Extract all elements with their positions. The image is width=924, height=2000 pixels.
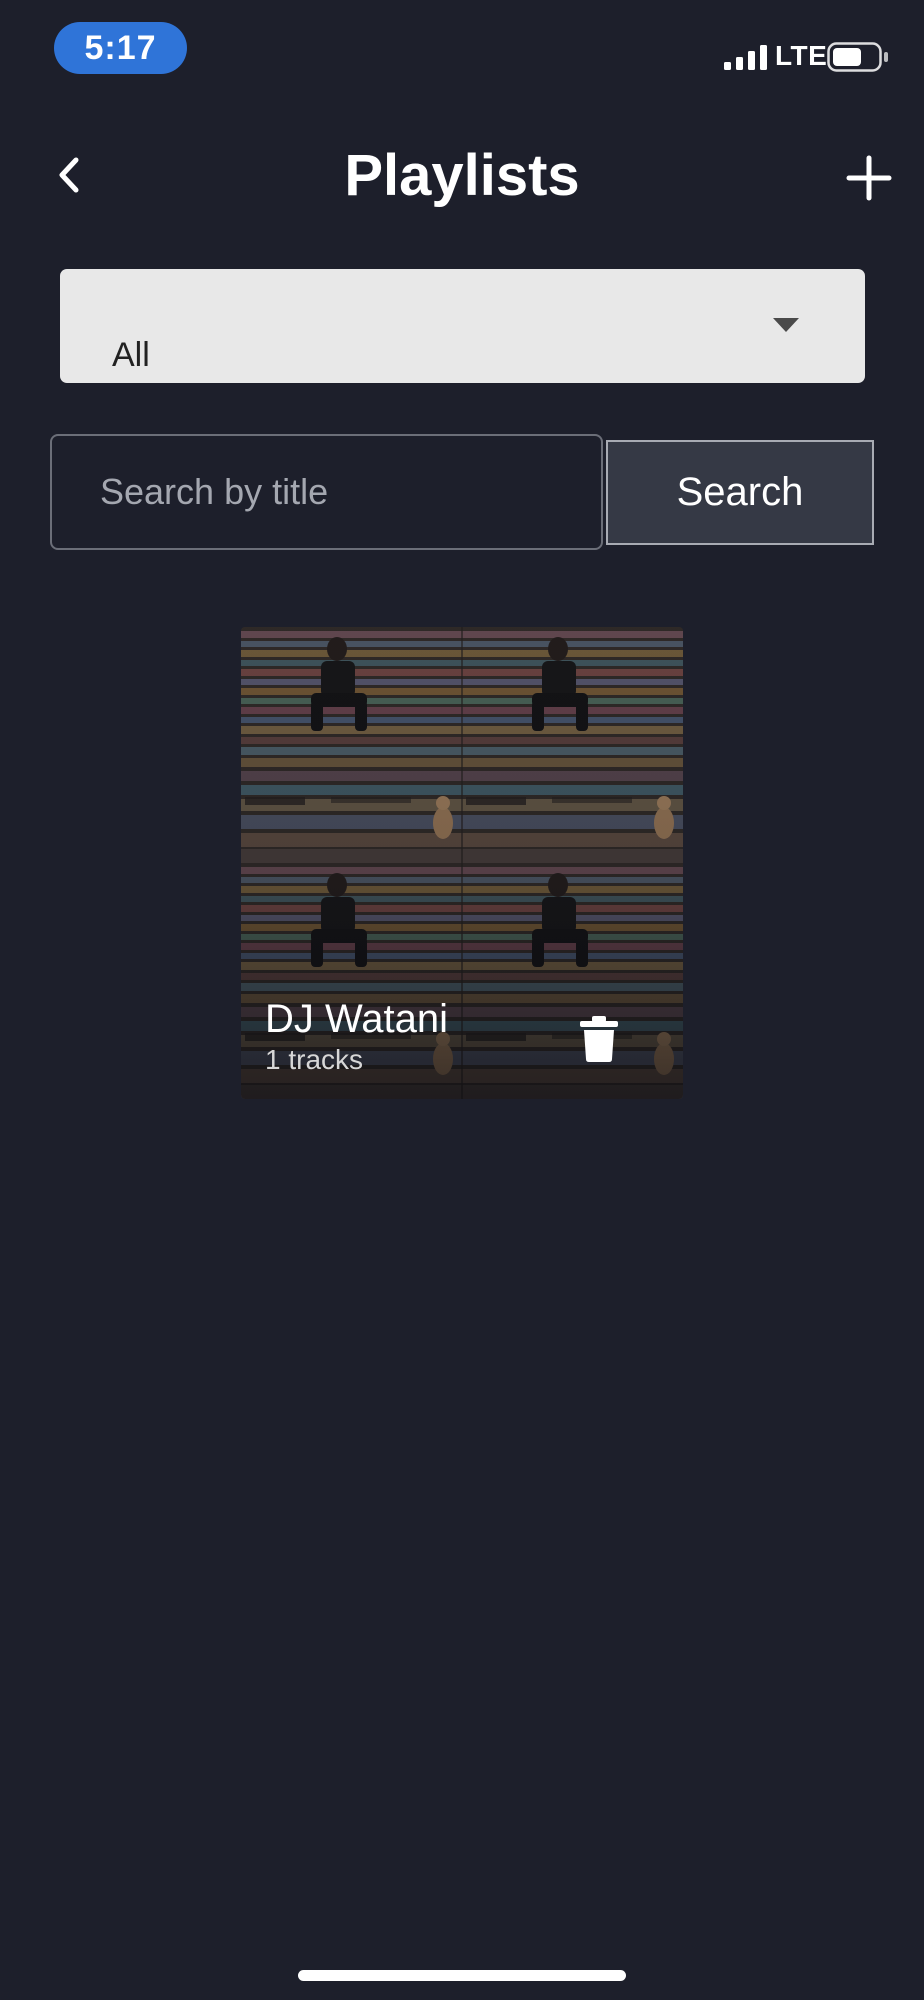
playlist-card[interactable]: DJ Watani 1 tracks: [241, 627, 683, 1099]
network-type: LTE: [775, 40, 828, 71]
plus-icon: [846, 155, 892, 201]
playlist-filter-select[interactable]: All: [60, 269, 865, 383]
page-title: Playlists: [344, 143, 580, 208]
status-time: 5:17: [54, 22, 187, 74]
cellular-signal-icon: [724, 45, 767, 70]
search-input[interactable]: [50, 434, 603, 550]
caret-down-icon: [773, 318, 799, 332]
trash-icon: [580, 1016, 618, 1062]
home-indicator: [298, 1970, 626, 1981]
filter-selected-value: All: [112, 336, 150, 374]
add-playlist-button[interactable]: [846, 155, 892, 201]
playlist-track-count: 1 tracks: [265, 1044, 364, 1075]
playlist-title: DJ Watani: [265, 997, 449, 1041]
battery-icon: [827, 42, 888, 72]
search-button[interactable]: Search: [606, 440, 874, 545]
delete-playlist-button[interactable]: [579, 1015, 619, 1063]
